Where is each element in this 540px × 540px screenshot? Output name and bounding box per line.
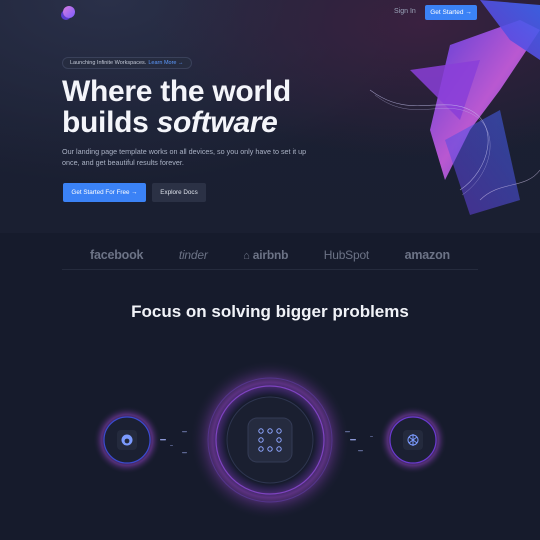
hero-title-italic: software [156,106,278,139]
learn-more-link[interactable]: Learn More → [148,60,183,66]
get-started-free-button[interactable]: Get Started For Free → [63,183,146,202]
landing-page: Sign In Get Started → Launching Infinite… [0,0,540,540]
hero-title-plain: builds [62,106,157,139]
nav-get-started-button[interactable]: Get Started → [425,5,477,20]
tinder-logo: tinder [178,247,208,262]
announcement-pill[interactable]: Launching Infinite Workspaces. Learn Mor… [62,57,192,69]
facebook-logo: facebook [90,247,144,262]
explore-docs-button[interactable]: Explore Docs [152,183,206,202]
hero-title-line2: builds software [62,107,291,138]
airbnb-icon: ⌂ [243,249,250,262]
integration-orbits [93,360,447,520]
hero-title-line1: Where the world [62,75,291,108]
hero-subtitle: Our landing page template works on all d… [62,147,307,167]
hero-3d-shape [369,0,540,215]
partner-logos: facebook tinder ⌂ airbnb HubSpot amazon [62,240,478,270]
amazon-logo: amazon [404,247,451,262]
signin-link[interactable]: Sign In [394,8,416,15]
section-title: Focus on solving bigger problems [131,302,409,321]
announcement-text: Launching Infinite Workspaces. [70,60,147,66]
hero-title: Where the world builds software [62,76,291,138]
github-icon [121,434,133,446]
hubspot-logo: HubSpot [323,247,370,262]
airbnb-logo: ⌂ airbnb [243,247,289,262]
brand-logo[interactable] [63,6,75,18]
